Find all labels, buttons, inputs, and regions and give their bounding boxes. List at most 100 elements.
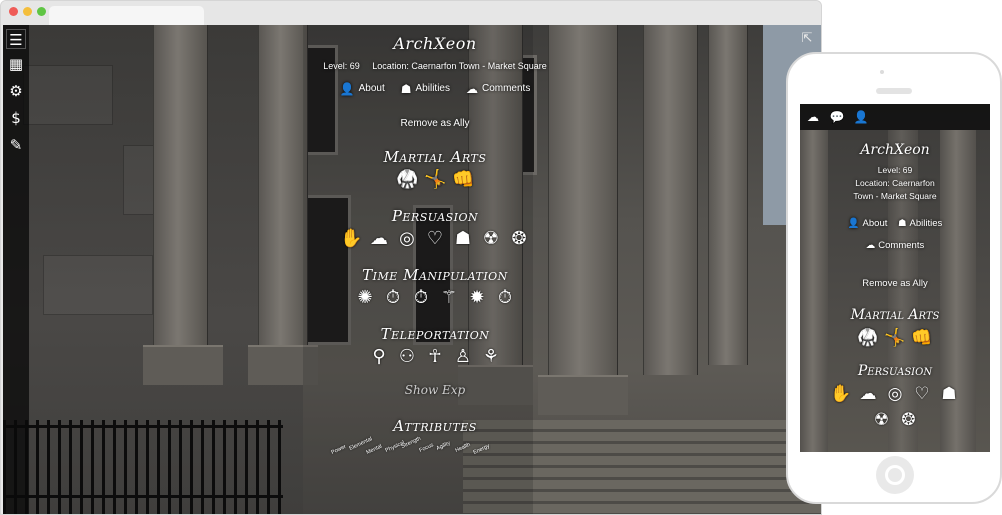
tab-about[interactable]: 👤 About [340,81,385,97]
flying-kick-icon[interactable]: 🤸 [884,327,906,349]
wave-hand-icon[interactable]: ✋ [830,383,852,405]
menu-icon[interactable]: ☰ [6,29,26,49]
heart-head-icon[interactable]: ♡ [911,383,933,405]
mobile-topbar: ☁ 💬 👤 [800,104,990,130]
vortex-icon[interactable]: ✺ [354,287,376,309]
attribute-label: Agility [435,440,452,452]
person-icon: 👤 [339,82,355,96]
time-figure-icon[interactable]: ⚚ [438,287,460,309]
exit-icon[interactable]: ⇱ [799,31,815,47]
speech-head-icon[interactable]: ☁ [368,228,390,250]
mask-head-icon[interactable]: ☗ [938,383,960,405]
attribute-label: Focus [418,442,435,454]
mobile-martial-arts-abilities: 🥋 🤸 👊 [800,325,990,351]
mobile-tabs: 👤 About ☗ Abilities ☁ Comments [800,213,990,257]
punch-icon[interactable]: 👊 [911,327,933,349]
double-figure-icon[interactable]: ⚇ [396,346,418,368]
attributes-title: Attributes [393,417,477,435]
show-exp-button[interactable]: Show Exp [275,382,595,398]
spiral-head-icon[interactable]: ◎ [884,383,906,405]
browser-tab[interactable] [49,6,204,25]
tab-abilities-label: Abilities [415,83,450,94]
profile-location: Location: Caernarfon Town - Market Squar… [372,61,547,71]
fence-rail [3,425,283,428]
page-viewport: ☰ ▦ ⚙ $ ✎ ⇱ ArchXeon Level: 69 Location:… [3,25,821,514]
map-icon[interactable]: ▦ [6,54,26,74]
gear-icon[interactable]: ⚙ [6,81,26,101]
mobile-location-line1: Location: Caernarfon [855,178,935,188]
mobile-tab-about[interactable]: 👤 About [848,213,888,235]
mobile-persuasion-abilities-row2: ☢ ❂ [800,407,990,433]
wall-block [23,65,113,125]
mobile-level: Level: 69 [877,165,913,175]
brain-icon[interactable]: ☁ [804,108,822,126]
standing-figure-icon[interactable]: ♙ [452,346,474,368]
flying-kick-icon[interactable]: 🤸 [424,169,446,191]
tab-abilities[interactable]: ☗ Abilities [401,81,450,97]
phone-screen: ☁ 💬 👤 ArchXeon Level: 69 Location: Caern… [800,104,990,452]
phone-home-button[interactable] [876,456,914,494]
swirl-head-icon[interactable]: ❂ [508,228,530,250]
kick-icon[interactable]: 🥋 [396,169,418,191]
kick-icon[interactable]: 🥋 [857,327,879,349]
tab-comments-label: Comments [481,83,531,94]
punch-icon[interactable]: 👊 [452,169,474,191]
mobile-profile-panel: ArchXeon Level: 69 Location: Caernarfon … [800,140,990,433]
mask-head-icon[interactable]: ☗ [452,228,474,250]
speech-icon: ☁ [465,82,478,96]
bio-head-icon[interactable]: ☢ [871,409,893,431]
martial-arts-title: Martial Arts [383,148,487,166]
dollar-icon[interactable]: $ [6,108,26,128]
galaxy-icon[interactable]: ✹ [466,287,488,309]
mobile-remove-ally-button[interactable]: Remove as Ally [800,277,990,291]
wave-hand-icon[interactable]: ✋ [340,228,362,250]
remove-ally-button[interactable]: Remove as Ally [275,117,595,131]
attribute-labels: Power Elemental Mental Physical Strength… [275,436,595,460]
mobile-tab-comments-label: Comments [878,240,925,251]
persuasion-title: Persuasion [391,207,479,225]
nav-sidebar: ☰ ▦ ⚙ $ ✎ [3,25,29,514]
tab-about-label: About [358,83,385,94]
phone-frame: ☁ 💬 👤 ArchXeon Level: 69 Location: Caern… [786,52,1002,504]
attribute-label: Energy [472,443,491,456]
phase-figure-icon[interactable]: ☥ [424,346,446,368]
stopwatch-icon[interactable]: ⏱ [494,287,516,309]
close-window-dot[interactable] [9,7,18,16]
spiral-head-icon[interactable]: ◎ [396,228,418,250]
column [643,25,698,375]
maximize-window-dot[interactable] [37,7,46,16]
person-icon[interactable]: 👤 [852,108,870,126]
column-base [143,345,223,385]
minimize-window-dot[interactable] [23,7,32,16]
mobile-location-line2: Town - Market Square [853,191,937,201]
mobile-tab-about-label: About [862,218,888,229]
chat-icon[interactable]: 💬 [828,108,846,126]
teleportation-abilities: ⚲ ⚇ ☥ ♙ ⚘ [275,344,595,370]
speech-head-icon[interactable]: ☁ [857,383,879,405]
column [708,25,748,365]
profile-meta: Level: 69 Location: Caernarfon Town - Ma… [275,60,595,72]
tab-comments[interactable]: ☁ Comments [466,81,530,97]
wall-block [43,255,153,315]
portal-figure-icon[interactable]: ⚘ [480,346,502,368]
mobile-meta: Level: 69 Location: Caernarfon Town - Ma… [800,164,990,203]
profile-username: ArchXeon [393,34,477,53]
speech-icon: ☁ [865,240,876,251]
mobile-tab-comments[interactable]: ☁ Comments [866,235,924,257]
mobile-persuasion-abilities: ✋ ☁ ◎ ♡ ☗ [800,381,990,407]
phone-camera [880,70,884,74]
swirl-head-icon[interactable]: ❂ [898,409,920,431]
bio-head-icon[interactable]: ☢ [480,228,502,250]
wand-icon[interactable]: ✎ [6,135,26,155]
attribute-label: Mental [365,443,383,456]
teleportation-title: Teleportation [380,325,490,343]
stopwatch-forward-icon[interactable]: ⏱ [410,287,432,309]
stopwatch-rewind-icon[interactable]: ⏱ [382,287,404,309]
mobile-tab-abilities[interactable]: ☗ Abilities [898,213,942,235]
iron-fence [3,420,283,514]
blink-figure-icon[interactable]: ⚲ [368,346,390,368]
persuasion-abilities: ✋ ☁ ◎ ♡ ☗ ☢ ❂ [275,226,595,252]
mobile-tab-abilities-label: Abilities [909,218,943,229]
column [153,25,208,355]
heart-head-icon[interactable]: ♡ [424,228,446,250]
